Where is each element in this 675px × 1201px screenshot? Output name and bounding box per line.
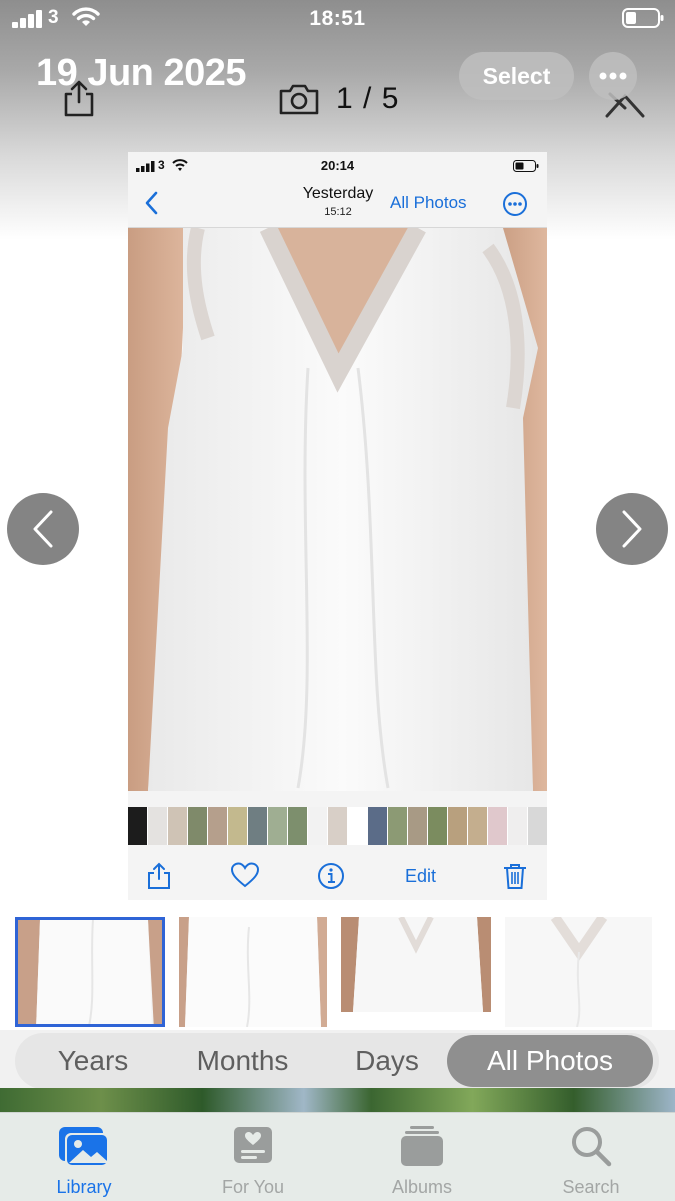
chevron-right-icon bbox=[622, 510, 642, 548]
thumbnail[interactable] bbox=[179, 917, 327, 1027]
inner-info-icon bbox=[318, 863, 344, 889]
ellipsis-icon bbox=[599, 72, 627, 80]
segment-years[interactable]: Years bbox=[33, 1033, 153, 1089]
photo-library-icon bbox=[59, 1127, 109, 1167]
inner-edit-label: Edit bbox=[405, 866, 437, 886]
blouse-illustration bbox=[128, 228, 547, 791]
previous-photo-button[interactable] bbox=[7, 493, 79, 565]
thumbnail[interactable] bbox=[505, 917, 652, 1027]
inner-nav-subtitle: 15:12 bbox=[324, 206, 352, 218]
inner-more-icon bbox=[503, 192, 527, 216]
date-title: 19 Jun 2025 bbox=[36, 52, 246, 94]
photo-counter: 1 / 5 bbox=[336, 82, 400, 115]
tab-library[interactable]: Library bbox=[24, 1113, 144, 1201]
next-photo-button[interactable] bbox=[596, 493, 668, 565]
inner-trash-icon bbox=[504, 864, 526, 889]
inner-toolbar: Edit bbox=[128, 852, 547, 900]
inner-status-bar: 3 20:14 bbox=[128, 152, 547, 182]
photo-screenshot[interactable]: 3 20:14 Yesterday 15:12 All Photos Edit bbox=[128, 152, 547, 900]
inner-all-photos-link: All Photos bbox=[390, 193, 467, 212]
search-icon bbox=[572, 1127, 612, 1167]
segment-months[interactable]: Months bbox=[175, 1033, 310, 1089]
inner-heart-icon bbox=[231, 862, 259, 888]
thumbnail-image bbox=[505, 917, 652, 1027]
inner-nav-bar: Yesterday 15:12 All Photos bbox=[128, 182, 547, 228]
thumbnail-image bbox=[179, 917, 327, 1027]
more-options-button[interactable] bbox=[589, 52, 637, 100]
battery-icon bbox=[622, 8, 664, 28]
camera-icon bbox=[279, 84, 319, 115]
thumbnail-grid bbox=[0, 917, 675, 1029]
thumbnail-selected[interactable] bbox=[15, 917, 165, 1027]
tab-search[interactable]: Search bbox=[531, 1113, 651, 1201]
view-mode-bar: Years Months Days All Photos bbox=[0, 1030, 675, 1090]
tab-albums-label: Albums bbox=[391, 1177, 453, 1197]
inner-share-icon bbox=[148, 862, 170, 889]
status-time: 18:51 bbox=[309, 7, 366, 30]
segment-all-photos[interactable]: All Photos bbox=[447, 1035, 653, 1087]
albums-icon bbox=[401, 1126, 443, 1166]
view-mode-segmented-control: Years Months Days All Photos bbox=[15, 1033, 659, 1089]
tab-albums[interactable]: Albums bbox=[362, 1113, 482, 1201]
inner-battery-icon bbox=[513, 160, 539, 172]
tab-search-label: Search bbox=[562, 1177, 620, 1197]
segment-days[interactable]: Days bbox=[333, 1033, 441, 1089]
tab-bar: Library For You Albums Search bbox=[0, 1112, 675, 1201]
inner-status-time: 20:14 bbox=[320, 158, 355, 173]
tab-library-label: Library bbox=[56, 1177, 112, 1197]
tab-for-you-label: For You bbox=[221, 1177, 285, 1197]
tab-for-you[interactable]: For You bbox=[193, 1113, 313, 1201]
select-button[interactable]: Select bbox=[459, 52, 574, 100]
inner-nav-title: Yesterday bbox=[302, 185, 374, 202]
thumbnail[interactable] bbox=[341, 917, 491, 1027]
thumbnail-image bbox=[18, 920, 162, 1024]
blouse-photo bbox=[128, 228, 547, 791]
inner-filmstrip bbox=[128, 807, 547, 845]
chevron-left-icon bbox=[33, 510, 53, 548]
for-you-icon bbox=[234, 1127, 272, 1163]
status-bar: 3 18:51 bbox=[0, 0, 675, 36]
back-chevron-icon bbox=[145, 191, 158, 215]
thumbnail-image bbox=[341, 917, 491, 1027]
